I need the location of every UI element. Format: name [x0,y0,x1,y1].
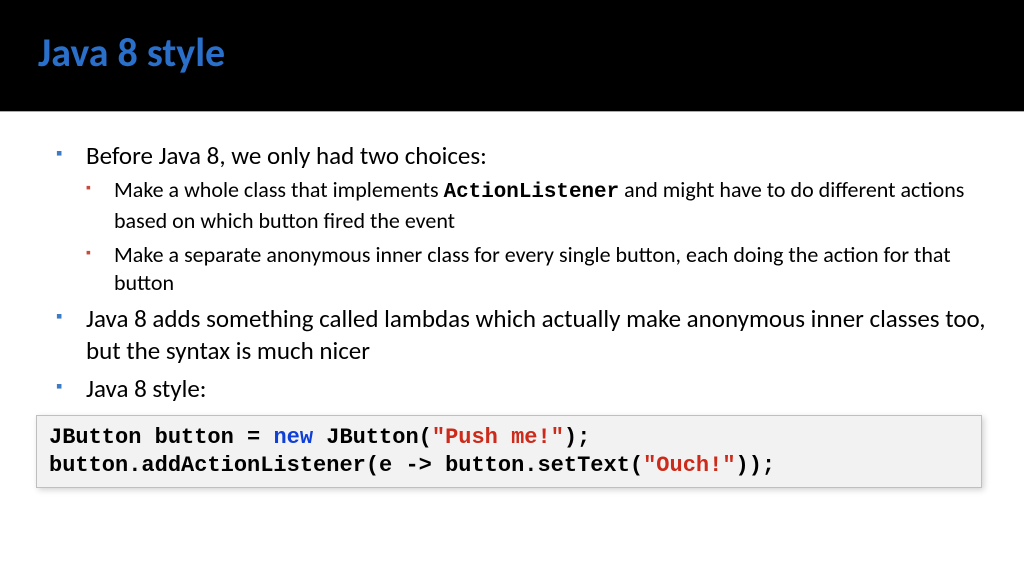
code-line: JButton button = new JButton("Push me!")… [49,424,969,452]
code-text: JButton( [313,425,432,450]
bullet-item: Java 8 style: [56,373,986,405]
code-keyword: new [273,425,313,450]
code-text: JButton button = [49,425,273,450]
bullet-item: Before Java 8, we only had two choices: … [56,140,986,297]
bullet-item: Java 8 adds something called lambdas whi… [56,303,986,367]
bullet-list: Before Java 8, we only had two choices: … [56,140,986,405]
slide-content: Before Java 8, we only had two choices: … [0,112,1024,488]
bullet-text: Java 8 adds something called lambdas whi… [86,303,986,366]
sub-bullet-item: Make a separate anonymous inner class fo… [86,241,986,297]
code-line: button.addActionListener(e -> button.set… [49,452,969,480]
code-string: "Push me!" [432,425,564,450]
sub-bullet-text: Make a separate anonymous inner class fo… [114,241,951,296]
bullet-text: Before Java 8, we only had two choices: [86,140,487,171]
code-string: "Ouch!" [643,453,735,478]
title-bar: Java 8 style [0,0,1024,112]
code-block: JButton button = new JButton("Push me!")… [36,415,982,488]
sub-bullet-list: Make a whole class that implements Actio… [86,176,986,297]
inline-code: ActionListener [444,181,620,204]
sub-bullet-text: Make a whole class that implements [114,176,444,203]
sub-bullet-item: Make a whole class that implements Actio… [86,176,986,235]
code-text: button.addActionListener(e -> button.set… [49,453,643,478]
code-text: )); [736,453,776,478]
slide-title: Java 8 style [38,28,986,77]
bullet-text: Java 8 style: [86,373,206,404]
code-text: ); [564,425,590,450]
